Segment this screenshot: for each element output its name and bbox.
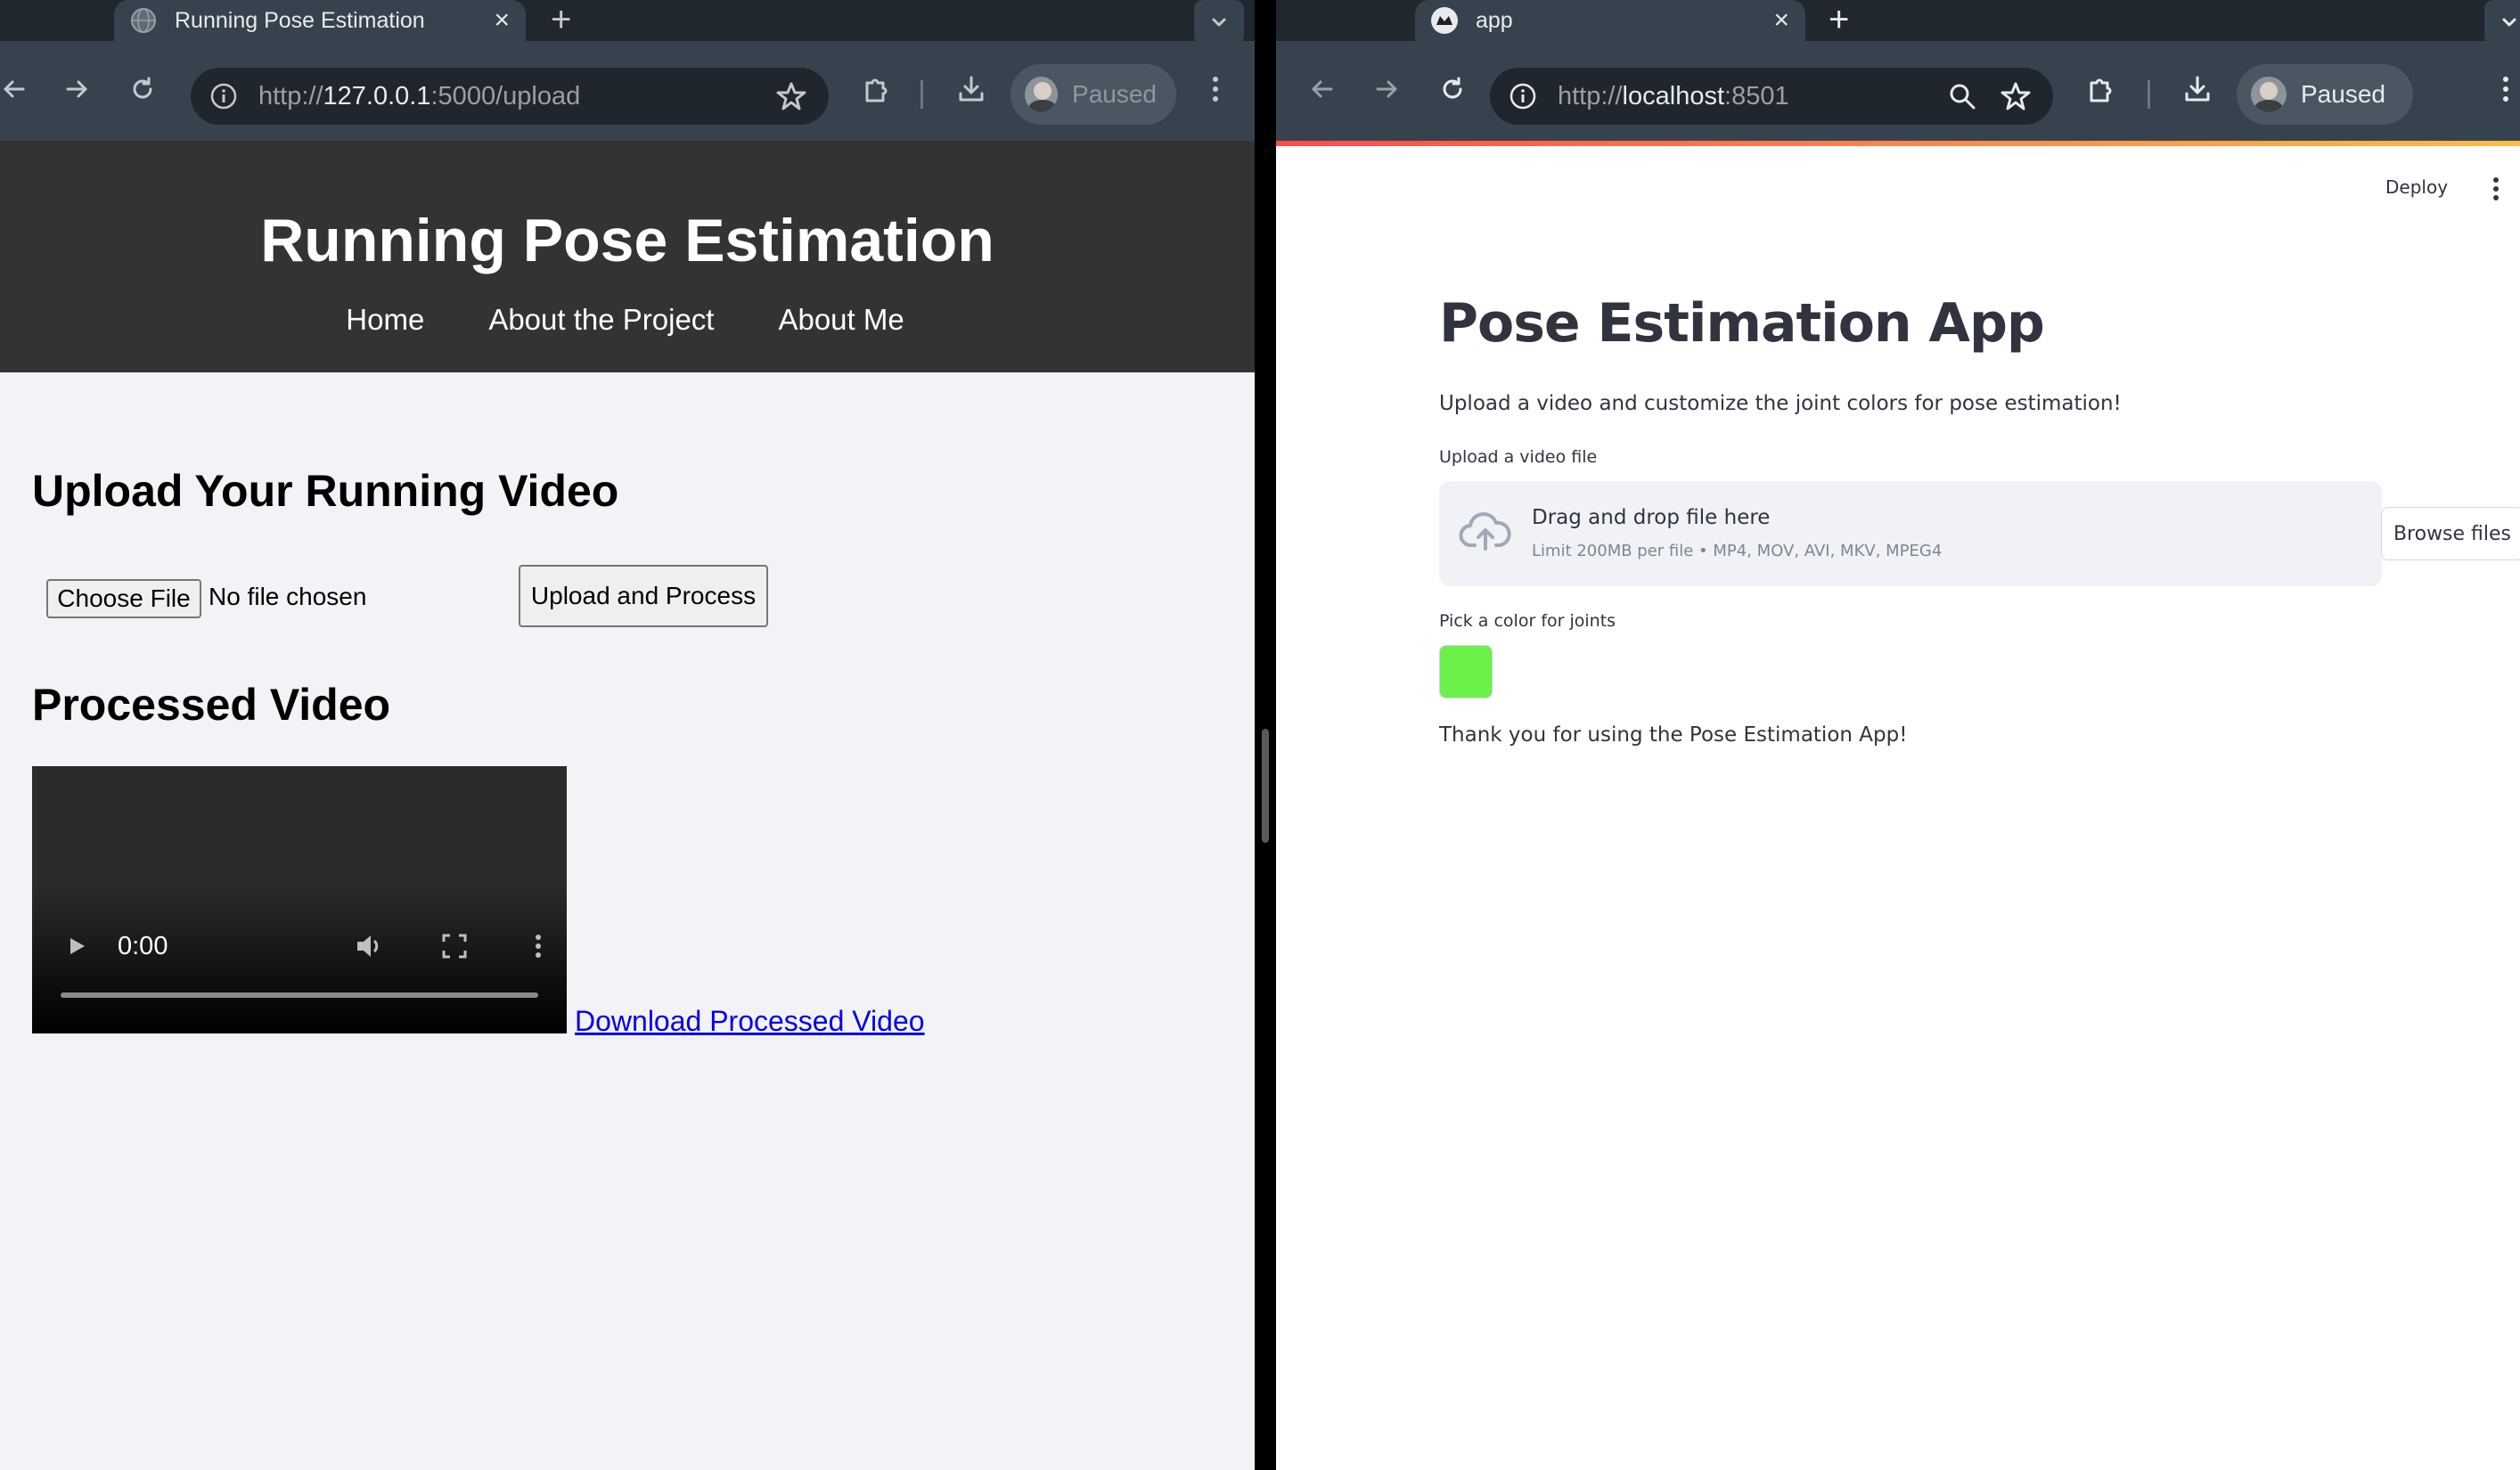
reload-icon[interactable] <box>123 69 162 109</box>
file-status: No file chosen <box>209 583 367 610</box>
play-icon[interactable] <box>59 928 94 964</box>
streamlit-icon <box>1431 7 1458 34</box>
nav-link-about-me[interactable]: About Me <box>778 303 904 337</box>
zoom-icon[interactable] <box>1948 82 1976 115</box>
star-icon[interactable] <box>2000 80 2032 117</box>
thanks-message: Thank you for using the Pose Estimation … <box>1439 723 1908 747</box>
profile-chip[interactable]: Paused <box>2237 64 2413 125</box>
tab-strip: app × + <box>1276 0 2520 45</box>
left-browser-window: Running Pose Estimation × + http://127.0… <box>0 0 1255 1470</box>
profile-status: Paused <box>1072 80 1157 108</box>
main-menu-icon[interactable] <box>2483 173 2509 205</box>
back-icon[interactable] <box>1303 69 1342 109</box>
site-nav: Home About the Project About Me <box>0 303 1255 337</box>
toolbar-divider <box>920 80 923 109</box>
app-title: Pose Estimation App <box>1439 292 2045 355</box>
right-browser-window: app × + http://localhost:8501 Paused Dep… <box>1276 0 2520 1470</box>
split-resize-handle[interactable] <box>1262 729 1269 843</box>
download-processed-video-link[interactable]: Download Processed Video <box>575 1005 925 1038</box>
processed-heading: Processed Video <box>32 680 391 730</box>
avatar <box>2251 77 2287 112</box>
kebab-menu-icon[interactable] <box>2486 69 2520 109</box>
url-text: http://localhost:8501 <box>1558 81 1789 110</box>
decoration-bar <box>1276 141 2520 146</box>
avatar <box>1025 77 1059 112</box>
joint-color-picker[interactable] <box>1439 645 1493 698</box>
app-description: Upload a video and customize the joint c… <box>1439 392 2122 415</box>
info-icon[interactable] <box>209 81 239 111</box>
video-progress-bar[interactable] <box>61 992 538 998</box>
forward-icon[interactable] <box>57 69 96 109</box>
globe-icon <box>130 7 157 34</box>
cloud-upload-icon <box>1459 510 1512 556</box>
browser-toolbar: http://127.0.0.1:5000/upload Paused <box>0 41 1255 141</box>
video-player[interactable]: 0:00 <box>32 766 567 1033</box>
site-title: Running Pose Estimation <box>260 207 994 274</box>
download-icon[interactable] <box>952 69 991 109</box>
choose-file-button[interactable]: Choose File <box>46 579 201 618</box>
tab-menu-chevron-icon[interactable] <box>2484 0 2520 45</box>
extensions-icon[interactable] <box>2082 69 2121 109</box>
browser-tab[interactable]: Running Pose Estimation × <box>114 0 526 41</box>
toolbar-divider <box>2148 80 2150 109</box>
upload-and-process-button[interactable]: Upload and Process <box>519 565 768 627</box>
profile-status: Paused <box>2301 80 2385 108</box>
left-page-content: Running Pose Estimation Home About the P… <box>0 141 1255 1470</box>
tab-menu-chevron-icon[interactable] <box>1194 0 1244 45</box>
url-text: http://127.0.0.1:5000/upload <box>258 81 581 110</box>
video-time: 0:00 <box>118 932 168 960</box>
tab-strip: Running Pose Estimation × + <box>0 0 1255 45</box>
nav-link-home[interactable]: Home <box>346 303 424 337</box>
upload-heading: Upload Your Running Video <box>32 466 619 516</box>
tab-close-button[interactable]: × <box>1773 5 1789 36</box>
browser-tab[interactable]: app × <box>1415 0 1805 41</box>
forward-icon[interactable] <box>1367 69 1406 109</box>
browser-toolbar: http://localhost:8501 Paused <box>1276 41 2520 141</box>
extensions-icon[interactable] <box>857 69 896 109</box>
browse-files-button[interactable]: Browse files <box>2381 507 2520 560</box>
file-dropzone[interactable]: Drag and drop file here Limit 200MB per … <box>1439 481 2520 586</box>
dropzone-limits: Limit 200MB per file • MP4, MOV, AVI, MK… <box>1532 542 1943 560</box>
color-picker-label: Pick a color for joints <box>1439 611 1616 631</box>
new-tab-button[interactable]: + <box>551 2 571 37</box>
tab-title: app <box>1476 7 1513 33</box>
kebab-menu-icon[interactable] <box>1196 69 1235 109</box>
new-tab-button[interactable]: + <box>1829 2 1849 37</box>
deploy-button[interactable]: Deploy <box>2385 176 2448 198</box>
back-icon[interactable] <box>0 69 34 109</box>
address-bar[interactable]: http://127.0.0.1:5000/upload <box>191 68 829 125</box>
dropzone-instructions: Drag and drop file here <box>1532 506 1771 529</box>
tab-close-button[interactable]: × <box>494 5 510 36</box>
star-icon[interactable] <box>775 80 807 117</box>
volume-icon[interactable] <box>351 928 387 964</box>
right-page-content: Deploy Pose Estimation App Upload a vide… <box>1276 141 2520 1470</box>
reload-icon[interactable] <box>1433 69 1472 109</box>
tab-title: Running Pose Estimation <box>175 7 425 33</box>
nav-link-about-project[interactable]: About the Project <box>488 303 714 337</box>
video-menu-icon[interactable] <box>520 928 556 964</box>
site-header: Running Pose Estimation Home About the P… <box>0 141 1255 372</box>
uploader-label: Upload a video file <box>1439 447 1598 467</box>
info-icon[interactable] <box>1508 81 1538 111</box>
address-bar[interactable]: http://localhost:8501 <box>1490 68 2053 125</box>
fullscreen-icon[interactable] <box>437 928 472 964</box>
profile-chip[interactable]: Paused <box>1010 64 1176 125</box>
download-icon[interactable] <box>2178 69 2217 109</box>
